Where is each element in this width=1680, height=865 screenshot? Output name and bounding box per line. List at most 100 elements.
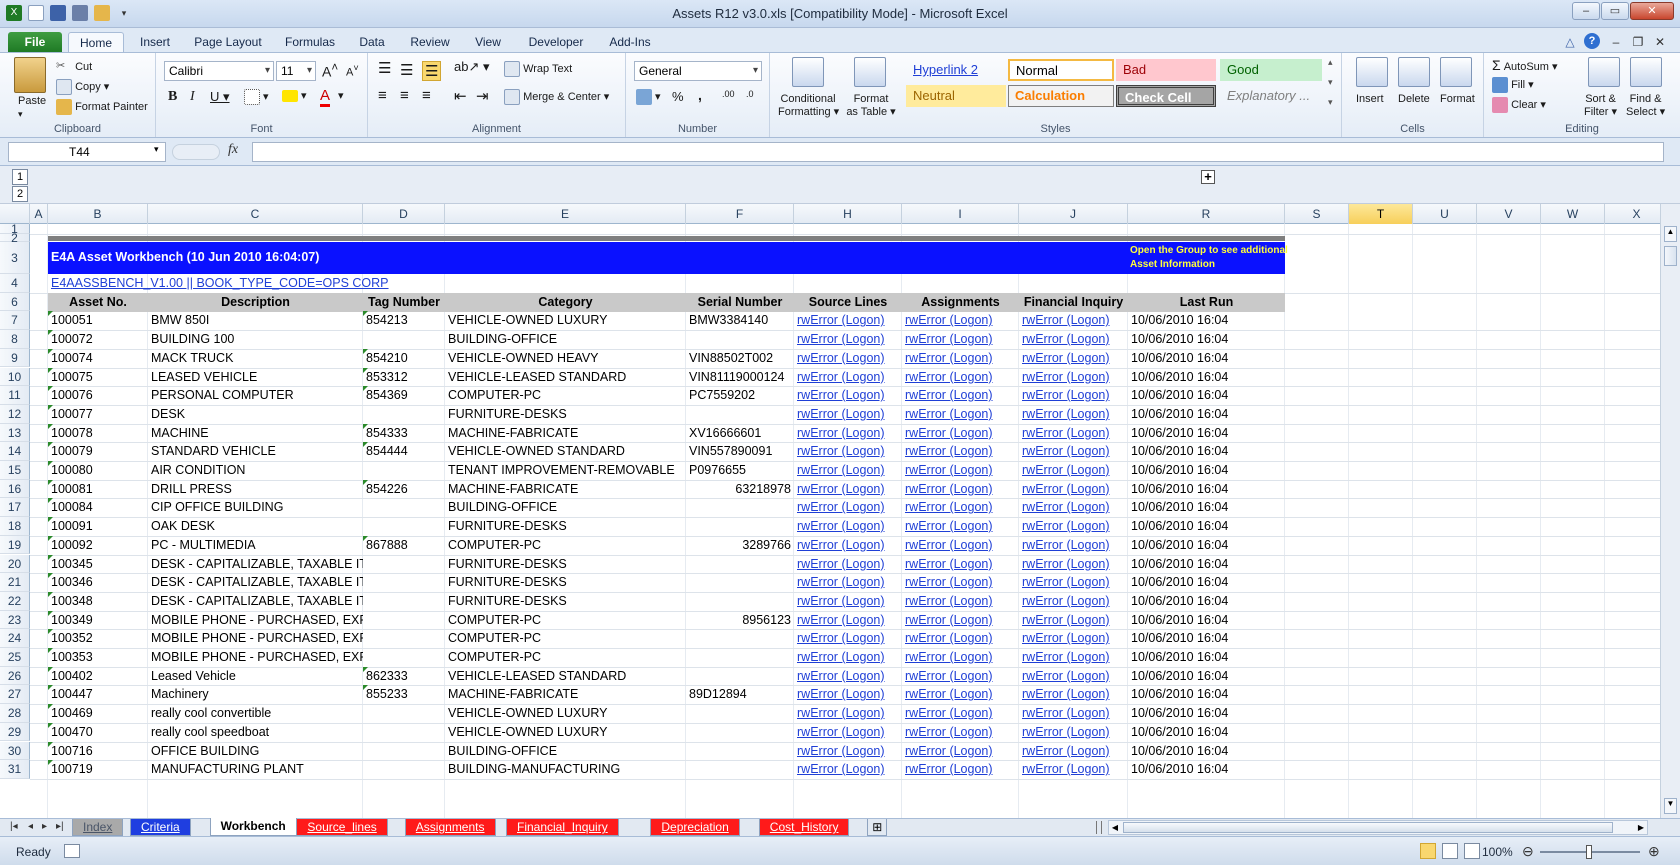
insert-cells-icon[interactable] bbox=[1356, 57, 1388, 87]
assignments-link[interactable]: rwError (Logon) bbox=[902, 480, 1019, 499]
zoom-level[interactable]: 100% bbox=[1482, 845, 1513, 859]
row-header[interactable]: 2 bbox=[0, 232, 30, 244]
tab-file[interactable]: File bbox=[8, 32, 62, 52]
workbench-subtitle-link[interactable]: E4AASSBENCH_V1.00 || BOOK_TYPE_CODE=OPS … bbox=[48, 274, 448, 293]
paste-button[interactable]: Paste bbox=[18, 95, 46, 107]
source-lines-link[interactable]: rwError (Logon) bbox=[794, 555, 902, 574]
align-middle-icon[interactable]: ☰ bbox=[400, 61, 413, 79]
financial-inquiry-link[interactable]: rwError (Logon) bbox=[1019, 349, 1128, 368]
source-lines-link[interactable]: rwError (Logon) bbox=[794, 760, 902, 779]
scroll-right-icon[interactable]: ▶ bbox=[1635, 821, 1647, 834]
sheet-tab-assignments[interactable]: Assignments bbox=[404, 819, 496, 836]
bold-button[interactable]: B bbox=[168, 89, 177, 105]
row-header[interactable]: 20 bbox=[0, 554, 30, 574]
column-header-v[interactable]: V bbox=[1477, 204, 1541, 224]
row-header[interactable]: 31 bbox=[0, 760, 30, 779]
row-header[interactable]: 4 bbox=[0, 274, 30, 293]
horizontal-scrollbar[interactable]: ◀ ▶ bbox=[1108, 820, 1648, 835]
source-lines-link[interactable]: rwError (Logon) bbox=[794, 573, 902, 592]
delete-cells-button[interactable]: Delete bbox=[1398, 93, 1430, 105]
assignments-link[interactable]: rwError (Logon) bbox=[902, 629, 1019, 648]
expand-group-icon[interactable]: + bbox=[1201, 170, 1215, 184]
row-header[interactable]: 24 bbox=[0, 629, 30, 648]
normal-view-icon[interactable] bbox=[1420, 843, 1436, 859]
column-header-s[interactable]: S bbox=[1285, 204, 1349, 224]
column-header-t[interactable]: T bbox=[1349, 204, 1413, 224]
column-header-d[interactable]: D bbox=[363, 204, 445, 224]
source-lines-link[interactable]: rwError (Logon) bbox=[794, 723, 902, 742]
row-header[interactable]: 25 bbox=[0, 648, 30, 667]
paste-dropdown-icon[interactable]: ▾ bbox=[18, 109, 23, 120]
assignments-link[interactable]: rwError (Logon) bbox=[902, 742, 1019, 761]
scroll-thumb[interactable] bbox=[1664, 246, 1677, 266]
financial-inquiry-link[interactable]: rwError (Logon) bbox=[1019, 386, 1128, 405]
assignments-link[interactable]: rwError (Logon) bbox=[902, 330, 1019, 349]
assignments-link[interactable]: rwError (Logon) bbox=[902, 611, 1019, 630]
insert-sheet-icon[interactable]: ⊞ bbox=[867, 819, 888, 836]
assignments-link[interactable]: rwError (Logon) bbox=[902, 405, 1019, 424]
styles-more-icon[interactable]: ▾ bbox=[1328, 97, 1333, 108]
name-box-dropdown-icon[interactable]: ▾ bbox=[154, 144, 159, 155]
assignments-link[interactable]: rwError (Logon) bbox=[902, 424, 1019, 443]
source-lines-link[interactable]: rwError (Logon) bbox=[794, 330, 902, 349]
row-header[interactable]: 28 bbox=[0, 704, 30, 723]
last-sheet-icon[interactable]: ▸| bbox=[56, 821, 64, 832]
financial-inquiry-link[interactable]: rwError (Logon) bbox=[1019, 330, 1128, 349]
select-all-corner[interactable] bbox=[0, 204, 30, 224]
source-lines-link[interactable]: rwError (Logon) bbox=[794, 742, 902, 761]
copy-button[interactable]: Copy ▾ bbox=[56, 79, 109, 95]
decrease-indent-icon[interactable]: ⇤ bbox=[454, 87, 467, 105]
row-header[interactable]: 29 bbox=[0, 722, 30, 742]
sheet-tab-depreciation[interactable]: Depreciation bbox=[650, 819, 740, 836]
ribbon-minimize-icon[interactable]: △ bbox=[1562, 32, 1578, 52]
prev-sheet-icon[interactable]: ◂ bbox=[28, 821, 33, 832]
tab-page-layout[interactable]: Page Layout bbox=[190, 32, 266, 52]
paste-icon[interactable] bbox=[14, 57, 46, 93]
conditional-formatting-icon[interactable] bbox=[792, 57, 824, 87]
financial-inquiry-link[interactable]: rwError (Logon) bbox=[1019, 648, 1128, 667]
zoom-in-icon[interactable]: ⊕ bbox=[1648, 843, 1660, 860]
row-header[interactable]: 6 bbox=[0, 292, 30, 312]
increase-indent-icon[interactable]: ⇥ bbox=[476, 87, 489, 105]
formula-input[interactable] bbox=[252, 142, 1664, 162]
style-calculation[interactable]: Calculation bbox=[1008, 85, 1114, 107]
tab-formulas[interactable]: Formulas bbox=[278, 32, 342, 52]
assignments-link[interactable]: rwError (Logon) bbox=[902, 704, 1019, 723]
comma-icon[interactable]: , bbox=[698, 87, 702, 103]
source-lines-link[interactable]: rwError (Logon) bbox=[794, 667, 902, 686]
financial-inquiry-link[interactable]: rwError (Logon) bbox=[1019, 442, 1128, 461]
maximize-button[interactable]: ▭ bbox=[1601, 2, 1629, 20]
doc-restore-icon[interactable]: ❐ bbox=[1630, 32, 1646, 52]
increase-decimal-icon[interactable]: .00 bbox=[722, 89, 735, 99]
font-color-button[interactable]: A bbox=[320, 87, 331, 107]
tab-add-ins[interactable]: Add-Ins bbox=[600, 32, 660, 52]
assignments-link[interactable]: rwError (Logon) bbox=[902, 349, 1019, 368]
sheet-tab-source-lines[interactable]: Source_lines bbox=[296, 819, 388, 836]
assignments-link[interactable]: rwError (Logon) bbox=[902, 461, 1019, 480]
tab-view[interactable]: View bbox=[466, 32, 510, 52]
vertical-scrollbar[interactable]: ▲ ▼ bbox=[1660, 204, 1680, 818]
font-name-combo[interactable]: Calibri bbox=[164, 61, 274, 81]
row-header[interactable]: 12 bbox=[0, 404, 30, 424]
sheet-tab-index[interactable]: Index bbox=[72, 819, 124, 836]
row-header[interactable]: 14 bbox=[0, 442, 30, 461]
row-header[interactable]: 8 bbox=[0, 330, 30, 349]
row-header[interactable]: 9 bbox=[0, 348, 30, 368]
help-icon[interactable]: ? bbox=[1584, 33, 1600, 49]
styles-scroll-down-icon[interactable]: ▾ bbox=[1328, 77, 1333, 88]
assignments-link[interactable]: rwError (Logon) bbox=[902, 311, 1019, 330]
tab-data[interactable]: Data bbox=[352, 32, 392, 52]
source-lines-link[interactable]: rwError (Logon) bbox=[794, 592, 902, 611]
row-header[interactable]: 16 bbox=[0, 479, 30, 499]
row-header[interactable]: 17 bbox=[0, 498, 30, 518]
insert-function-icon[interactable]: fx bbox=[228, 142, 238, 158]
format-cells-button[interactable]: Format bbox=[1440, 93, 1475, 105]
column-header-b[interactable]: B bbox=[48, 204, 148, 224]
page-break-view-icon[interactable] bbox=[1464, 843, 1480, 859]
row-header[interactable]: 22 bbox=[0, 591, 30, 611]
align-left-icon[interactable]: ≡ bbox=[378, 87, 387, 104]
row-header[interactable]: 10 bbox=[0, 367, 30, 387]
source-lines-link[interactable]: rwError (Logon) bbox=[794, 685, 902, 704]
horizontal-scroll-thumb[interactable] bbox=[1123, 822, 1613, 833]
assignments-link[interactable]: rwError (Logon) bbox=[902, 648, 1019, 667]
